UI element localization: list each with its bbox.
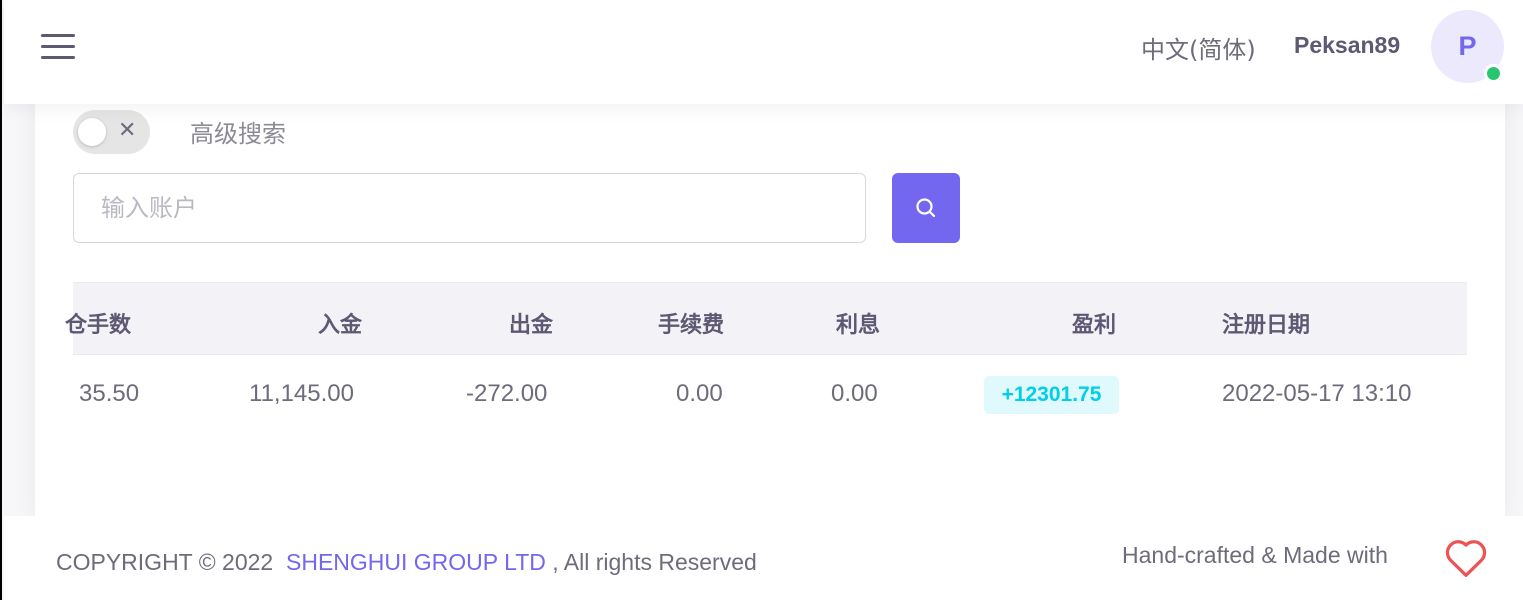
footer: COPYRIGHT © 2022 SHENGHUI GROUP LTD , Al… — [4, 516, 1523, 600]
copyright-text: COPYRIGHT © 2022 SHENGHUI GROUP LTD , Al… — [56, 549, 757, 576]
cell-withdrawal: -272.00 — [466, 380, 548, 407]
column-header-fee[interactable]: 手续费 — [658, 307, 724, 339]
column-header-deposit[interactable]: 入金 — [318, 307, 362, 339]
app-page: 中文(简体) Peksan89 P ✕ 高级搜索 仓手数 入金 出金 手续费 利… — [0, 0, 1523, 600]
cell-lots: 35.50 — [79, 380, 140, 407]
profit-badge: +12301.75 — [984, 376, 1119, 414]
x-icon: ✕ — [118, 118, 137, 143]
cell-deposit: 11,145.00 — [249, 380, 354, 407]
copyright-suffix: , All rights Reserved — [552, 549, 757, 575]
accounts-card: ✕ 高级搜索 仓手数 入金 出金 手续费 利息 盈利 注册日期 35.50 11… — [35, 90, 1505, 516]
search-button[interactable] — [892, 173, 960, 243]
cell-interest: 0.00 — [831, 380, 878, 407]
company-link[interactable]: SHENGHUI GROUP LTD — [286, 549, 546, 575]
cell-register-date: 2022-05-17 13:10 — [1222, 380, 1412, 407]
advanced-search-toggle[interactable]: ✕ — [73, 110, 150, 154]
column-header-register-date[interactable]: 注册日期 — [1222, 307, 1310, 339]
menu-icon[interactable] — [41, 34, 75, 60]
top-navbar: 中文(简体) Peksan89 P — [4, 0, 1523, 104]
table-header: 仓手数 入金 出金 手续费 利息 盈利 注册日期 — [65, 282, 1467, 355]
cell-fee: 0.00 — [676, 380, 723, 407]
online-status-badge — [1484, 64, 1503, 83]
column-header-lots[interactable]: 仓手数 — [65, 307, 131, 339]
language-selector[interactable]: 中文(简体) — [1141, 30, 1256, 65]
column-header-interest[interactable]: 利息 — [836, 307, 880, 339]
account-search-input[interactable] — [73, 173, 866, 243]
handcrafted-text: Hand-crafted & Made with — [1122, 542, 1388, 568]
user-name[interactable]: Peksan89 — [1294, 32, 1400, 59]
column-header-profit[interactable]: 盈利 — [1072, 307, 1116, 339]
search-icon — [916, 198, 936, 218]
copyright-prefix: COPYRIGHT © 2022 — [56, 549, 274, 575]
advanced-search-label: 高级搜索 — [190, 120, 286, 148]
column-header-withdrawal[interactable]: 出金 — [509, 307, 553, 339]
heart-icon — [1445, 540, 1487, 577]
toggle-knob — [78, 118, 106, 146]
